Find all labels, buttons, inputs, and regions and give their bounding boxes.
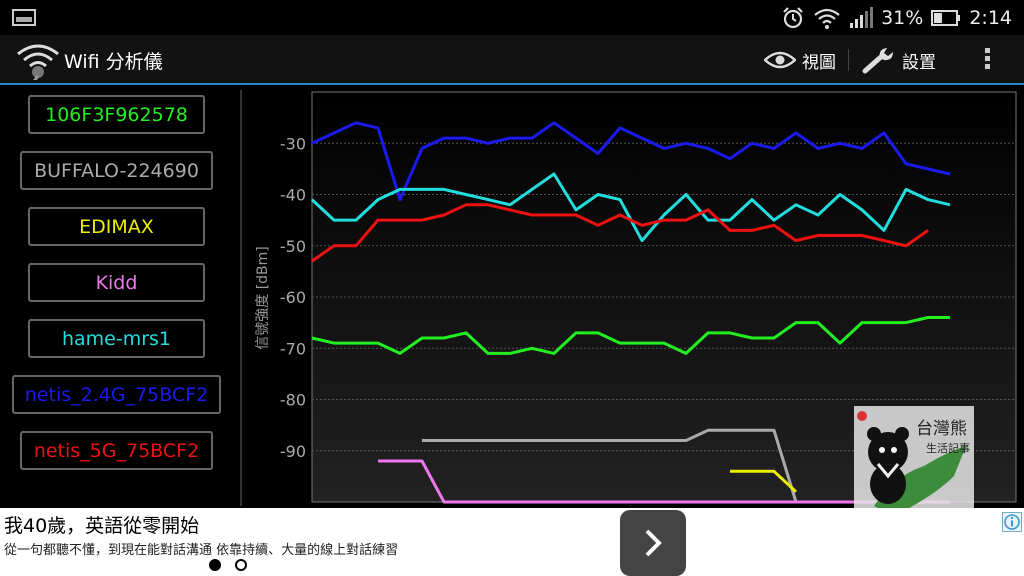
network-ssid: hame-mrs1 [61, 327, 172, 350]
wrench-icon [862, 48, 893, 74]
list-divider [240, 90, 242, 506]
chevron-right-icon [645, 529, 662, 557]
network-list: 106F3F962578 BUFFALO-224690 EDIMAX Kidd … [0, 87, 240, 507]
wifi-icon [814, 8, 840, 29]
network-ssid: Kidd [95, 271, 138, 294]
signal-icon [850, 6, 874, 28]
alarm-icon [783, 6, 803, 28]
network-ssid: EDIMAX [79, 215, 154, 238]
y-tick-label: -70 [280, 339, 306, 358]
watermark-logo: 台灣熊 生活記事 [854, 406, 974, 524]
network-ssid: netis_2.4G_75BCF2 [24, 383, 209, 406]
network-item-hame-mrs1[interactable]: hame-mrs1 [28, 319, 205, 358]
wifi-logo-icon [17, 44, 59, 80]
battery-icon [931, 9, 961, 26]
y-tick-label: -40 [280, 186, 306, 205]
y-axis-label: 信號強度 [dBm] [255, 246, 271, 350]
settings-button[interactable]: 設置 [862, 35, 936, 85]
view-button[interactable]: 視圖 [764, 35, 836, 85]
network-item-edimax[interactable]: EDIMAX [28, 207, 205, 246]
ad-next-button[interactable] [620, 510, 686, 576]
view-button-label: 視圖 [802, 52, 836, 73]
y-tick-label: -90 [280, 442, 306, 461]
gallery-icon [12, 9, 36, 26]
action-divider [848, 49, 849, 71]
watermark-title: 台灣熊 [916, 419, 967, 439]
ad-banner[interactable]: 我40歲，英語從零開始 從一句都聽不懂，到現在能對話溝通 依靠持續、大量的線上對… [0, 508, 1024, 576]
y-tick-label: -60 [280, 288, 306, 307]
ad-subtext: 從一句都聽不懂，到現在能對話溝通 依靠持續、大量的線上對話練習 [4, 543, 399, 558]
app-title: Wifi 分析儀 [64, 51, 163, 73]
clock: 2:14 [969, 6, 1012, 29]
bear-logo-icon: 台灣熊 生活記事 [857, 411, 970, 516]
ad-headline[interactable]: 我40歲，英語從零開始 [4, 511, 199, 538]
action-bar: Wifi 分析儀 視圖 設置 [0, 35, 1024, 85]
eye-icon [764, 51, 796, 69]
network-ssid: 106F3F962578 [45, 103, 188, 126]
watermark-subtitle: 生活記事 [926, 441, 970, 455]
settings-button-label: 設置 [902, 52, 936, 73]
network-item-netis-24g[interactable]: netis_2.4G_75BCF2 [12, 375, 221, 414]
y-tick-label: -30 [280, 134, 306, 153]
overflow-menu-icon[interactable] [980, 45, 994, 75]
ad-page-dot-active[interactable] [209, 559, 221, 571]
network-item-kidd[interactable]: Kidd [28, 263, 205, 302]
y-tick-label: -80 [280, 391, 306, 410]
network-ssid: BUFFALO-224690 [34, 159, 199, 182]
status-bar: 31% 2:14 [0, 0, 1024, 35]
battery-percent: 31% [881, 6, 924, 29]
ad-page-dot[interactable] [235, 559, 247, 571]
network-ssid: netis_5G_75BCF2 [33, 439, 200, 462]
ad-choices-icon[interactable] [1002, 512, 1022, 532]
network-item-netis-5g[interactable]: netis_5G_75BCF2 [20, 431, 213, 470]
network-item-buffalo[interactable]: BUFFALO-224690 [20, 151, 213, 190]
network-item-106f3f962578[interactable]: 106F3F962578 [28, 95, 205, 134]
y-tick-label: -50 [280, 237, 306, 256]
